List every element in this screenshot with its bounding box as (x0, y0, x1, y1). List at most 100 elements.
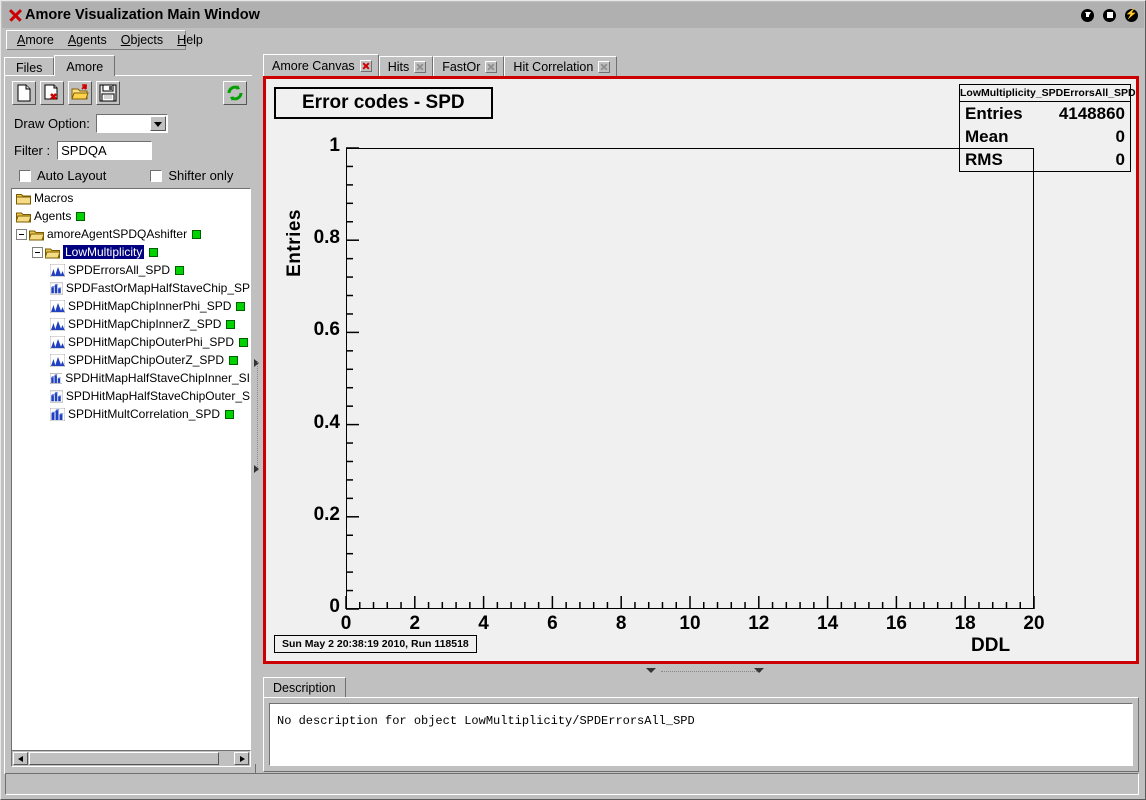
draw-option-select[interactable] (95, 114, 168, 133)
chevron-down-icon[interactable] (149, 116, 166, 131)
scroll-right-button[interactable] (234, 752, 249, 765)
tree-item-label: SPDHitMapChipOuterPhi_SPD (68, 335, 235, 349)
tree-item[interactable]: SPDHitMapChipOuterPhi_SPD (12, 333, 250, 351)
folder-open-icon (45, 248, 60, 258)
tree-item[interactable]: Agents (12, 207, 250, 225)
new-document-icon (17, 84, 31, 102)
tree-item-label: SPDHitMapChipInnerZ_SPD (68, 317, 222, 331)
folder-open-icon (16, 212, 31, 222)
tab-hits[interactable]: Hits (378, 56, 434, 76)
minimize-button[interactable] (1081, 8, 1094, 22)
histogram-1d-icon (50, 299, 65, 313)
scroll-left-button[interactable] (13, 752, 28, 765)
splitter-grip (257, 361, 258, 471)
menu-item-help[interactable]: Help (170, 32, 210, 48)
new-document-button[interactable] (12, 81, 36, 105)
tree-item[interactable]: SPDHitMapChipInnerPhi_SPD (12, 297, 250, 315)
tab-fastor-label: FastOr (442, 59, 481, 74)
tree-item-label: amoreAgentSPDQAshifter (47, 227, 188, 241)
checkbox-row: Auto Layout Shifter only (19, 168, 247, 183)
left-dock: Files Amore Draw Option: Filter: SPDQA … (4, 55, 256, 796)
stats-row-entries: Entries 4148860 (960, 102, 1130, 125)
tab-amore-canvas-close-icon[interactable] (359, 59, 372, 72)
tree-item[interactable]: LowMultiplicity (12, 243, 250, 261)
folder-open-icon (29, 230, 44, 240)
amore-canvas[interactable]: Error codes - SPD LowMultiplicity_SPDErr… (263, 76, 1139, 664)
open-folder-icon (71, 84, 89, 100)
tab-amore-canvas[interactable]: Amore Canvas (263, 54, 379, 76)
histogram-2d-icon (50, 390, 63, 402)
tree-item[interactable]: amoreAgentSPDQAshifter (12, 225, 250, 243)
draw-option-label: Draw Option: (14, 116, 90, 131)
tab-hit-correlation[interactable]: Hit Correlation (504, 56, 618, 76)
refresh-icon (227, 85, 243, 101)
menu-item-objects[interactable]: Objects (114, 32, 170, 48)
tree-item-label: SPDErrorsAll_SPD (68, 263, 171, 277)
tree-expander-icon[interactable] (16, 228, 27, 240)
tree-item-label: SPDFastOrMapHalfStaveChip_SP (65, 281, 250, 295)
x-tick-label: 18 (954, 613, 976, 634)
tab-description[interactable]: Description (263, 677, 346, 698)
open-folder-button[interactable] (68, 81, 92, 105)
filter-input[interactable]: SPDQA (57, 141, 153, 160)
tree-horizontal-scrollbar[interactable] (11, 750, 251, 767)
stats-label-mean: Mean (965, 127, 1009, 146)
tree-item[interactable]: Macros (12, 189, 250, 207)
document-delete-icon (44, 84, 58, 100)
tree-expander-icon[interactable] (32, 246, 43, 258)
horizontal-splitter[interactable] (263, 666, 1139, 678)
tree-item-label: Agents (34, 209, 72, 223)
tree-item-label: SPDHitMapHalfStaveChipOuter_S (65, 389, 250, 403)
tree-item[interactable]: SPDErrorsAll_SPD (12, 261, 250, 279)
save-button[interactable] (96, 81, 120, 105)
tree-item[interactable]: SPDHitMapHalfStaveChipOuter_S (12, 387, 250, 405)
tree-item[interactable]: SPDHitMultCorrelation_SPD (12, 405, 250, 423)
vertical-splitter[interactable] (252, 59, 263, 764)
tab-hits-close-icon[interactable] (414, 60, 427, 73)
tab-files[interactable]: Files (4, 57, 55, 76)
auto-layout-checkbox[interactable] (19, 169, 31, 182)
maximize-button[interactable] (1103, 8, 1116, 22)
tree-item-label: SPDHitMapChipOuterZ_SPD (68, 353, 225, 367)
tree-item-label: SPDHitMapHalfStaveChipInner_SI (65, 371, 250, 385)
object-tree[interactable]: Macros Agents amoreAgentSPDQAshifter LowMul… (11, 188, 251, 762)
close-button[interactable]: ⚡ (1125, 8, 1138, 22)
y-tick-label: 0.6 (313, 319, 340, 341)
tree-item[interactable]: SPDHitMapChipOuterZ_SPD (12, 351, 250, 369)
window-x-icon[interactable] (7, 7, 23, 23)
x-axis-title: DDL (971, 635, 1011, 656)
splitter-arrow-bottom-icon (254, 465, 259, 473)
tree-item-label: Macros (34, 191, 74, 205)
draw-option-row: Draw Option: (14, 114, 168, 133)
status-indicator (226, 319, 236, 329)
x-tick-label: 2 (409, 613, 421, 634)
status-indicator (149, 247, 159, 257)
y-tick-label: 0.4 (313, 411, 340, 433)
right-area: Amore Canvas Hits FastOr Hit Correlation… (263, 54, 1141, 796)
stats-label-entries: Entries (965, 104, 1023, 123)
refresh-button[interactable] (223, 81, 247, 105)
shifter-only-checkbox[interactable] (150, 169, 163, 182)
tree-item[interactable]: SPDFastOrMapHalfStaveChip_SP (12, 279, 250, 297)
menu-item-amore[interactable]: AAmoremore (10, 32, 61, 48)
tree-item-label: LowMultiplicity (63, 245, 145, 259)
tab-fastor-close-icon[interactable] (485, 60, 498, 73)
tree-item[interactable]: SPDHitMapHalfStaveChipInner_SI (12, 369, 250, 387)
canvas-tab-row: Amore Canvas Hits FastOr Hit Correlation (263, 54, 618, 76)
menu-item-agents[interactable]: Agents (61, 32, 114, 48)
x-tick-label: 14 (817, 613, 839, 634)
plot-frame (346, 148, 1034, 609)
tree-item[interactable]: SPDHitMapChipInnerZ_SPD (12, 315, 250, 333)
scroll-thumb[interactable] (29, 752, 219, 765)
square-icon (1106, 12, 1113, 18)
delete-document-button[interactable] (40, 81, 64, 105)
description-tab-row: Description (263, 677, 346, 698)
tab-amore[interactable]: Amore (54, 55, 116, 76)
status-indicator (229, 355, 239, 365)
histogram-2d-icon (50, 282, 63, 294)
y-tick-label: 0.8 (313, 227, 340, 249)
description-text[interactable]: No description for object LowMultiplicit… (269, 703, 1133, 766)
tab-fastor[interactable]: FastOr (433, 56, 505, 76)
histogram-1d-icon (50, 335, 65, 349)
tab-hit-correlation-close-icon[interactable] (598, 60, 611, 73)
